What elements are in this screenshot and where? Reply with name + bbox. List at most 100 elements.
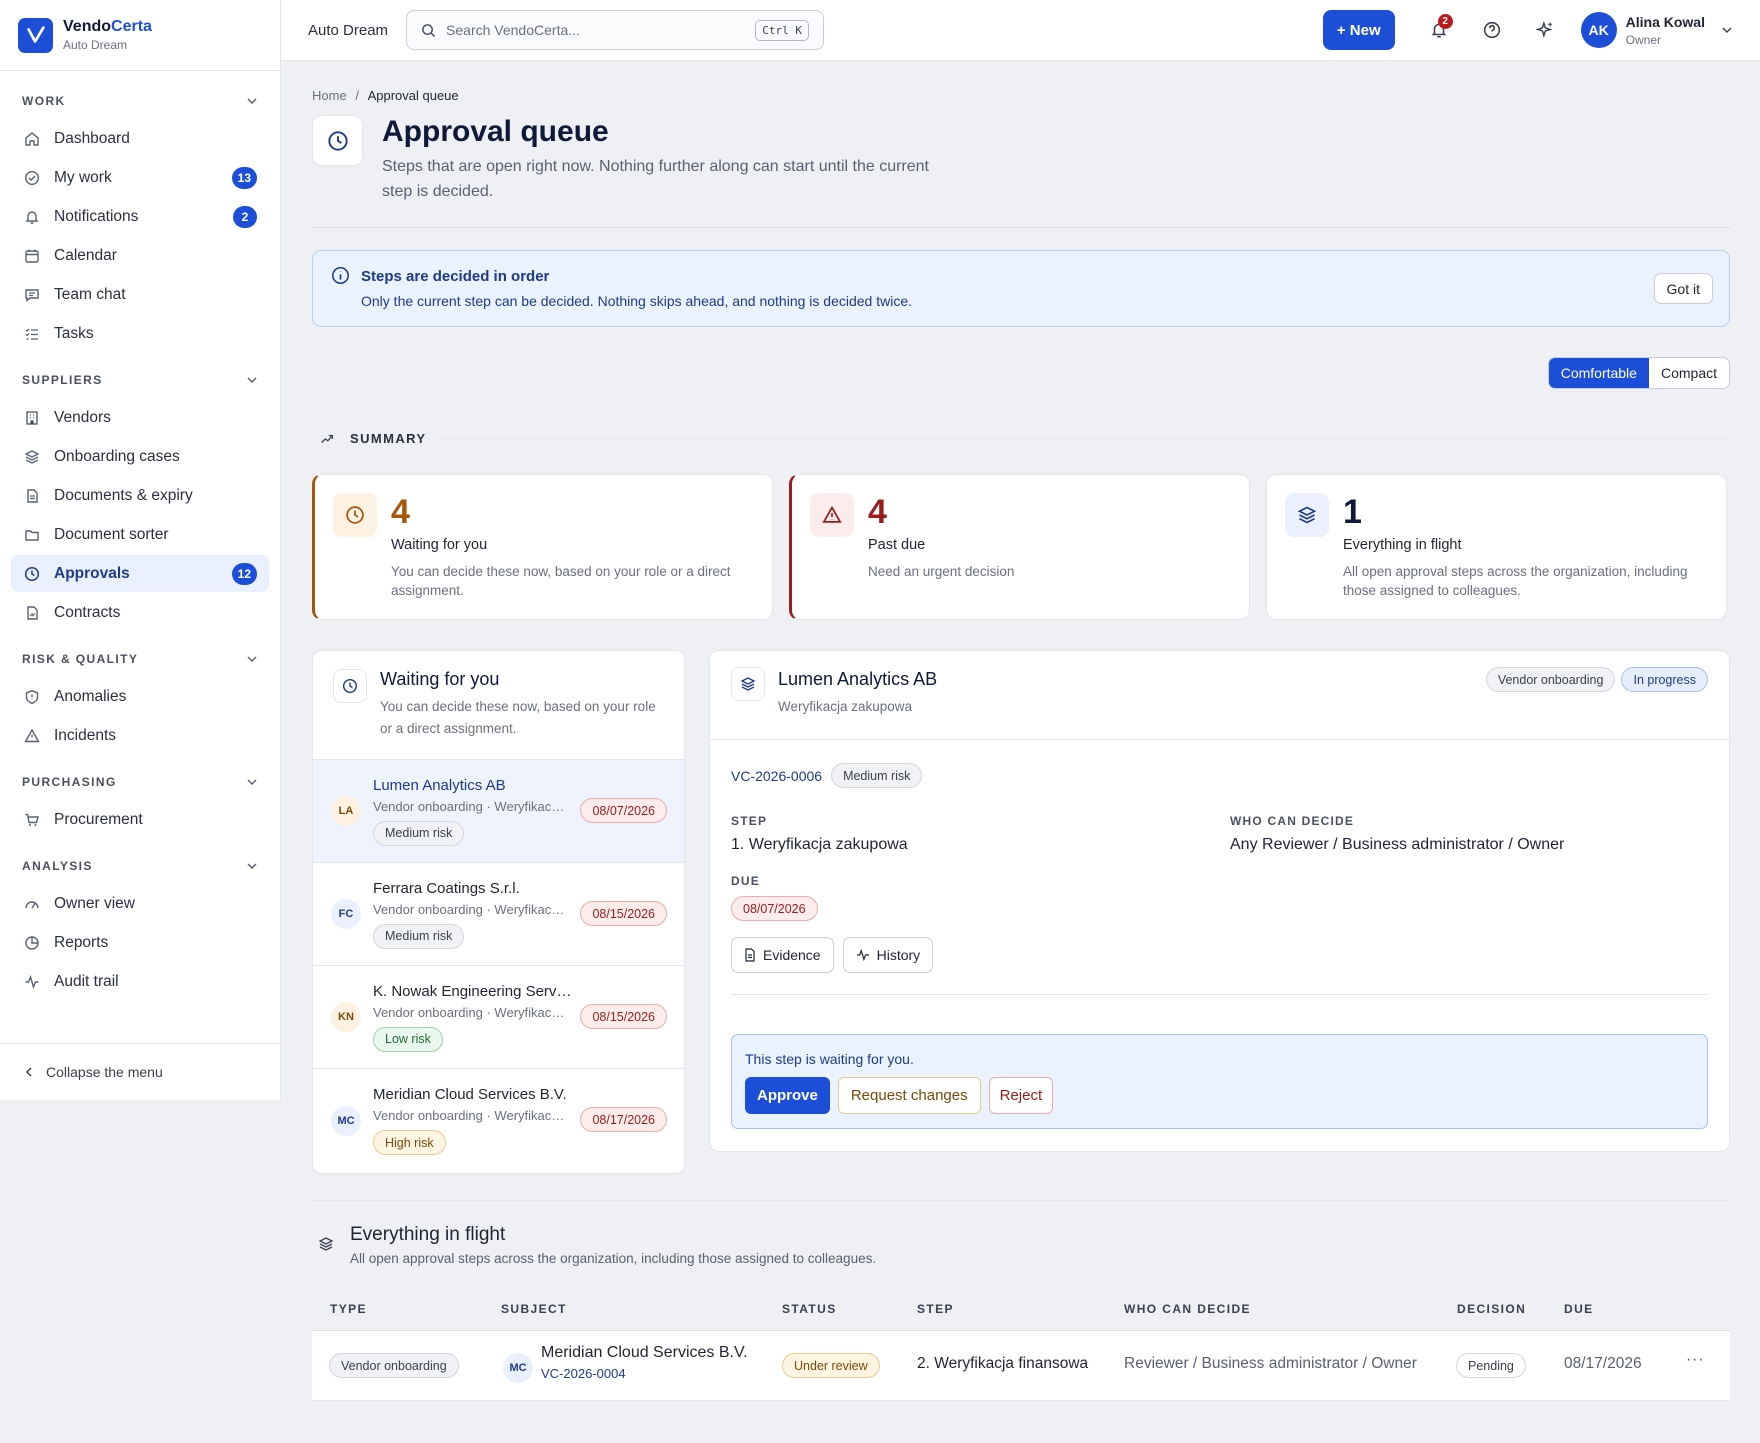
warning-icon (810, 493, 854, 537)
search-input[interactable]: Search VendoCerta... Ctrl K (406, 10, 825, 50)
more-options-button[interactable]: ··· (1686, 1351, 1705, 1369)
reject-button[interactable]: Reject (988, 1077, 1054, 1114)
got-it-button[interactable]: Got it (1653, 273, 1713, 304)
step-label: STEP (731, 814, 768, 828)
new-button[interactable]: + New (1322, 10, 1395, 50)
sparkle-icon (1535, 21, 1554, 39)
breadcrumb-home[interactable]: Home (312, 88, 347, 103)
sidebar-item-dashboard[interactable]: Dashboard (11, 120, 269, 157)
nav-group-suppliers[interactable]: SUPPLIERS (0, 363, 280, 397)
column-header[interactable]: DECISION (1457, 1302, 1526, 1316)
approval-detail-panel: Lumen Analytics AB Weryfikacja zakupowa … (709, 650, 1730, 1152)
avatar: MC (331, 1105, 361, 1136)
collapse-menu-button[interactable]: Collapse the menu (0, 1043, 280, 1100)
clock-icon (333, 669, 367, 703)
folder-icon (23, 526, 41, 544)
column-header[interactable]: STEP (917, 1302, 954, 1316)
request-changes-button[interactable]: Request changes (837, 1077, 981, 1114)
queue-item[interactable]: KN K. Nowak Engineering Services Vendor … (313, 966, 684, 1069)
queue-item-meta: Vendor onboarding · Weryfikacja zakupowa (373, 798, 565, 814)
approve-button[interactable]: Approve (745, 1077, 830, 1114)
queue-item[interactable]: LA Lumen Analytics AB Vendor onboarding … (313, 760, 684, 863)
summary-title: Past due (868, 537, 926, 553)
density-compact-button[interactable]: Compact (1649, 358, 1729, 388)
column-header[interactable]: SUBJECT (501, 1302, 567, 1316)
summary-cards: 4 Waiting for you You can decide these n… (312, 474, 1727, 620)
column-header[interactable]: STATUS (782, 1302, 837, 1316)
notification-count-badge: 2 (1437, 14, 1453, 29)
sidebar-item-contracts[interactable]: Contracts (11, 594, 269, 631)
sidebar-item-document-sorter[interactable]: Document sorter (11, 516, 269, 553)
sidebar-item-my-work[interactable]: My work 13 (11, 159, 269, 196)
sidebar-item-incidents[interactable]: Incidents (11, 717, 269, 754)
case-ref-link[interactable]: VC-2026-0006 (731, 768, 822, 784)
due-date: 08/17/2026 (1564, 1355, 1642, 1372)
help-icon (1483, 21, 1501, 39)
help-button[interactable] (1472, 10, 1512, 50)
user-menu[interactable]: AK Alina Kowal Owner (1580, 12, 1733, 48)
count-badge: 2 (233, 205, 257, 228)
case-ref-link[interactable]: VC-2026-0004 (541, 1366, 748, 1381)
summary-title: Waiting for you (391, 537, 488, 553)
chevron-down-icon (246, 653, 258, 665)
sidebar-item-reports[interactable]: Reports (11, 924, 269, 961)
sidebar-item-procurement[interactable]: Procurement (11, 801, 269, 838)
notifications-button[interactable]: 2 (1419, 10, 1459, 50)
count-badge: 12 (231, 562, 257, 585)
sidebar-item-vendors[interactable]: Vendors (11, 399, 269, 436)
brand[interactable]: VendoCerta Auto Dream (0, 0, 280, 71)
sidebar-item-audit-trail[interactable]: Audit trail (11, 963, 269, 1000)
detail-step-name: Weryfikacja zakupowa (778, 699, 913, 714)
column-header[interactable]: TYPE (330, 1302, 367, 1316)
due-date-badge: 08/17/2026 (580, 1107, 667, 1132)
column-header[interactable]: WHO CAN DECIDE (1124, 1302, 1251, 1316)
main-content: Home / Approval queue Approval queue Ste… (312, 61, 1730, 1401)
density-toggle: Comfortable Compact (1547, 357, 1730, 389)
sidebar-item-approvals[interactable]: Approvals 12 (11, 555, 269, 592)
queue-item[interactable]: MC Meridian Cloud Services B.V. Vendor o… (313, 1069, 684, 1172)
sidebar-item-owner-view[interactable]: Owner view (11, 885, 269, 922)
info-icon (331, 266, 350, 285)
nav-group-analysis[interactable]: ANALYSIS (0, 849, 280, 883)
sidebar-item-documents-expiry[interactable]: Documents & expiry (11, 477, 269, 514)
evidence-button[interactable]: Evidence (731, 937, 834, 973)
summary-card-past-due[interactable]: 4 Past due Need an urgent decision (789, 474, 1250, 620)
history-button[interactable]: History (842, 937, 934, 973)
table-row[interactable]: Vendor onboarding MC Meridian Cloud Serv… (312, 1331, 1730, 1401)
sidebar-item-tasks[interactable]: Tasks (11, 315, 269, 352)
sidebar-item-anomalies[interactable]: Anomalies (11, 678, 269, 715)
info-title: Steps are decided in order (361, 268, 550, 285)
column-header[interactable]: DUE (1564, 1302, 1594, 1316)
sidebar-item-team-chat[interactable]: Team chat (11, 276, 269, 313)
search-icon (421, 23, 436, 38)
queue-item[interactable]: FC Ferrara Coatings S.r.l. Vendor onboar… (313, 863, 684, 966)
cart-icon (23, 811, 41, 829)
sidebar-item-onboarding-cases[interactable]: Onboarding cases (11, 438, 269, 475)
assistant-button[interactable] (1525, 10, 1565, 50)
queue-subtitle: You can decide these now, based on your … (380, 699, 656, 736)
info-body: Only the current step can be decided. No… (361, 293, 913, 309)
avatar: KN (331, 1002, 361, 1032)
summary-card-in-flight[interactable]: 1 Everything in flight All open approval… (1266, 474, 1727, 620)
list-check-icon (23, 325, 41, 343)
divider (312, 227, 1730, 228)
density-comfortable-button[interactable]: Comfortable (1548, 358, 1649, 388)
chevron-down-icon (246, 374, 258, 386)
org-switcher[interactable]: Auto Dream (308, 22, 388, 39)
user-name: Alina Kowal (1625, 13, 1705, 30)
nav-group-purchasing[interactable]: PURCHASING (0, 765, 280, 799)
sidebar-item-calendar[interactable]: Calendar (11, 237, 269, 274)
brand-org: Auto Dream (63, 38, 128, 52)
contract-icon (23, 604, 41, 622)
trend-up-icon (320, 432, 334, 446)
sidebar-item-notifications[interactable]: Notifications 2 (11, 198, 269, 235)
nav-group-risk-quality[interactable]: RISK & QUALITY (0, 642, 280, 676)
nav-group-work[interactable]: WORK (0, 84, 280, 118)
activity-icon (23, 973, 41, 991)
layers-icon (23, 448, 41, 466)
page-title: Approval queue (382, 115, 609, 148)
waiting-queue-panel: Waiting for you You can decide these now… (312, 650, 685, 1174)
risk-badge: Medium risk (373, 820, 465, 846)
summary-card-waiting[interactable]: 4 Waiting for you You can decide these n… (312, 474, 773, 620)
clock-icon (312, 115, 363, 166)
